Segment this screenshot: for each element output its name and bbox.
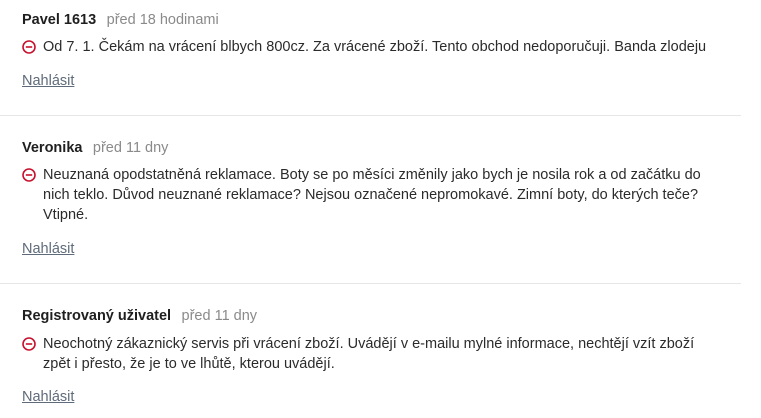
review-header: Registrovaný uživatel před 11 dny bbox=[22, 307, 257, 325]
minus-circle-icon bbox=[22, 337, 36, 351]
divider bbox=[0, 283, 741, 284]
report-link[interactable]: Nahlásit bbox=[22, 73, 74, 89]
review-cons-text: Neuznaná opodstatněná reklamace. Boty se… bbox=[43, 167, 701, 223]
review-cons: Neochotný zákaznický servis při vrácení … bbox=[22, 334, 722, 374]
review-cons: Neuznaná opodstatněná reklamace. Boty se… bbox=[22, 165, 722, 225]
review-author: Veronika bbox=[22, 140, 83, 156]
minus-circle-icon bbox=[22, 168, 36, 182]
minus-circle-icon bbox=[22, 40, 36, 54]
report-link[interactable]: Nahlásit bbox=[22, 389, 74, 405]
divider bbox=[0, 115, 741, 116]
review-time: před 11 dny bbox=[181, 308, 258, 324]
review-header: Veronika před 11 dny bbox=[22, 139, 168, 157]
review-cons-text: Od 7. 1. Čekám na vrácení blbych 800cz. … bbox=[43, 39, 707, 55]
review-cons-text: Neochotný zákaznický servis při vrácení … bbox=[43, 336, 695, 372]
review-time: před 18 hodinami bbox=[106, 12, 219, 28]
review-author: Pavel 1613 bbox=[22, 12, 97, 28]
review-time: před 11 dny bbox=[92, 140, 169, 156]
report-link[interactable]: Nahlásit bbox=[22, 241, 74, 257]
review-header: Pavel 1613 před 18 hodinami bbox=[22, 11, 219, 29]
review-author: Registrovaný uživatel bbox=[22, 308, 172, 324]
review-cons: Od 7. 1. Čekám na vrácení blbych 800cz. … bbox=[22, 37, 722, 57]
